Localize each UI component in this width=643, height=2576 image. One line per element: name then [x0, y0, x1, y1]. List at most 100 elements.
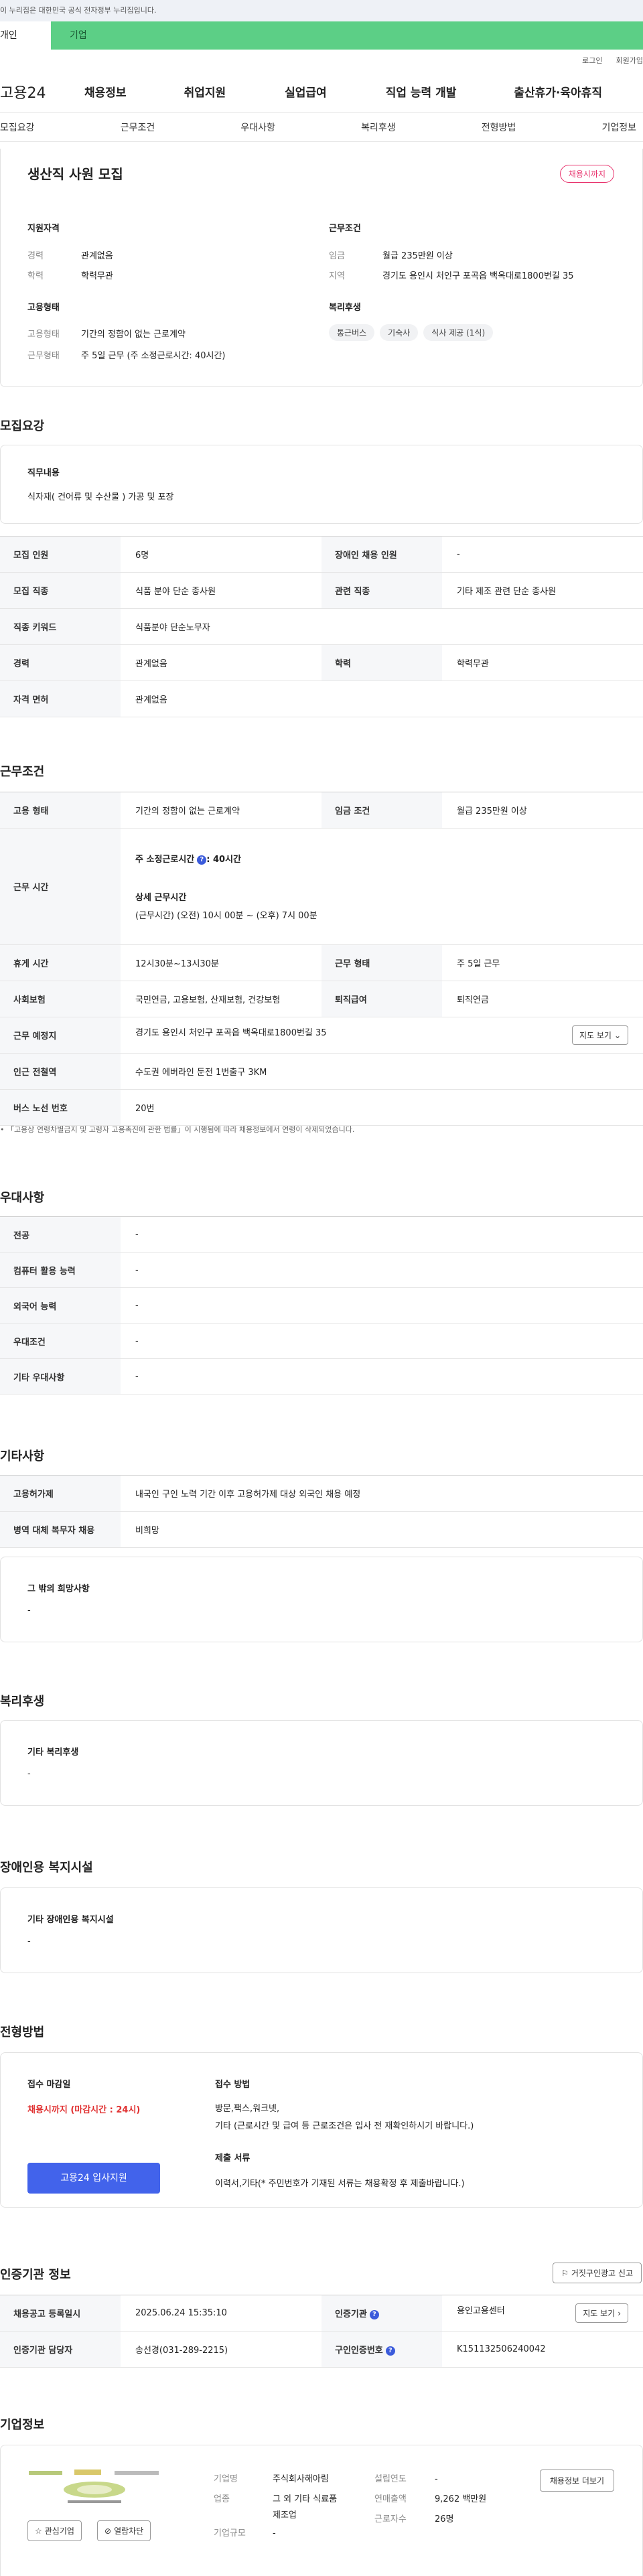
- table-row: 병역 대체 복무자 채용 비희망: [0, 1511, 643, 1548]
- row-value: 수도권 에버라인 둔전 1번출구 3KM: [121, 1053, 643, 1090]
- hours-cell: 주 소정근로시간?: 40시간 상세 근무시간 (근무시간) (오전) 10시 …: [121, 828, 643, 945]
- cond-key: 임금: [329, 251, 345, 261]
- company-card: ☆ 관심기업 ⊘ 열람차단 기업명 주식회사해아림 업종 그 외 기타 식료품 제조업 …: [0, 2445, 643, 2576]
- hours-weekly-label: 주 소정근로시간: [135, 855, 195, 865]
- work-location: 경기도 용인시 처인구 포곡읍 백옥대로1800번길 35: [135, 1028, 327, 1038]
- table-row: 우대조건 -: [0, 1323, 643, 1359]
- company-employees: 26명: [435, 2514, 454, 2524]
- company-year: -: [435, 2474, 438, 2484]
- site-logo[interactable]: 고용24: [0, 81, 74, 102]
- signup-link[interactable]: 회원가입: [616, 55, 643, 66]
- row-value: 2025.06.24 15:35:10: [121, 2295, 322, 2332]
- row-key: 장애인 채용 인원: [322, 536, 442, 573]
- table-row: 외국어 능력 -: [0, 1287, 643, 1323]
- row-value: K151132506240042: [442, 2331, 643, 2368]
- welfare-chips: 통근버스 기숙사 식사 제공 (1식): [329, 324, 498, 341]
- row-key: 구인인증번호?: [322, 2331, 442, 2368]
- work-table: 고용 형태 기간의 정함이 없는 근로계약 임금 조건 월급 235만원 이상 근무 …: [0, 792, 643, 1126]
- row-value: 기간의 정함이 없는 근로계약: [121, 792, 322, 829]
- util-links: 로그인 회원가입: [0, 50, 643, 71]
- row-key: 직종 키워드: [0, 608, 121, 645]
- tab-welfare[interactable]: 복리후생: [361, 121, 396, 134]
- table-row: 기타 우대사항 -: [0, 1358, 643, 1394]
- qual-key: 학력: [27, 271, 44, 281]
- benefit-box: 기타 복리후생 -: [0, 1720, 643, 1806]
- tab-pref[interactable]: 우대사항: [240, 121, 275, 134]
- interest-button[interactable]: ☆ 관심기업: [27, 2520, 82, 2541]
- row-key: 채용공고 등록일시: [0, 2295, 121, 2332]
- tab-personal[interactable]: 개인: [0, 21, 51, 50]
- block-button[interactable]: ⊘ 열람차단: [97, 2520, 151, 2541]
- star-icon: ☆: [35, 2526, 42, 2536]
- tab-company[interactable]: 기업: [51, 21, 643, 50]
- recruit-table: 모집 인원 6명 장애인 채용 인원 - 모집 직종 식품 분야 단순 종사원 관련 직종…: [0, 536, 643, 717]
- qual-list: 경력 관계없음 학력 학력무관: [27, 246, 113, 287]
- section-tabs: 모집요강 근무조건 우대사항 복리후생 전형방법 기업정보: [0, 113, 643, 142]
- row-key: 인증기관?: [322, 2295, 442, 2332]
- row-value: 6명: [121, 536, 322, 573]
- row-key: 근무 예정지: [0, 1017, 121, 1054]
- flag-icon: ⚐: [561, 2268, 569, 2278]
- nav-item-leave[interactable]: 출산휴가·육아휴직: [514, 83, 602, 100]
- row-value: 용인고용센터 지도 보기 ›: [442, 2295, 643, 2332]
- map-button[interactable]: 지도 보기 ⌄: [571, 1025, 628, 1045]
- method-line2: 기타 (근로시간 및 급여 등 근로조건은 입사 전 재확인하시기 바랍니다.): [215, 2121, 474, 2131]
- tab-selection[interactable]: 전형방법: [482, 121, 516, 134]
- hours-weekly: 주 소정근로시간?: 40시간: [135, 852, 643, 865]
- benefit-box-heading: 기타 복리후생: [27, 1747, 79, 1758]
- etc-box-heading: 그 밖의 희망사항: [27, 1584, 90, 1594]
- row-key: 외국어 능력: [0, 1287, 121, 1323]
- more-jobs-button[interactable]: 채용정보 더보기: [539, 2470, 614, 2492]
- duty-box: 직무내용 식자재( 건어류 및 수산물 ) 가공 및 포장: [0, 445, 643, 524]
- block-icon: ⊘: [104, 2526, 112, 2536]
- report-button[interactable]: ⚐ 거짓구인광고 신고: [553, 2263, 642, 2283]
- tab-work[interactable]: 근무조건: [121, 121, 155, 134]
- deadline-heading: 접수 마감일: [27, 2080, 71, 2090]
- nav-item-training[interactable]: 직업 능력 개발: [386, 83, 457, 100]
- login-link[interactable]: 로그인: [582, 55, 602, 66]
- cond-list: 임금 월급 235만원 이상 지역 경기도 용인시 처인구 포곡읍 백옥대로1800…: [329, 246, 574, 287]
- apply-button[interactable]: 고용24 입사지원: [27, 2163, 160, 2194]
- row-key: 관련 직종: [322, 572, 442, 609]
- row-value: 퇴직연금: [442, 981, 643, 1017]
- info-key: 설립연도: [374, 2474, 407, 2484]
- row-value: 월급 235만원 이상: [442, 792, 643, 829]
- table-row: 인증기관 담당자 송선경(031-289-2215) 구인인증번호? K1511325…: [0, 2331, 643, 2368]
- more-jobs-label: 채용정보 더보기: [549, 2476, 604, 2486]
- help-icon[interactable]: ?: [385, 2346, 395, 2356]
- table-row: 전공 -: [0, 1216, 643, 1253]
- emp-value: 주 5일 근무 (주 소정근로시간: 40시간): [81, 351, 226, 361]
- help-icon[interactable]: ?: [369, 2309, 379, 2319]
- row-value: -: [442, 536, 643, 573]
- nav-item-support[interactable]: 취업지원: [184, 83, 226, 100]
- row-key: 우대조건: [0, 1323, 121, 1359]
- table-row: 모집 인원 6명 장애인 채용 인원 -: [0, 536, 643, 573]
- help-icon[interactable]: ?: [197, 855, 207, 865]
- row-key: 근무 시간: [0, 828, 121, 945]
- docs-value: 이력서,기타(* 주민번호가 기재된 서류는 채용확정 후 제출바랍니다.): [215, 2179, 465, 2189]
- disab-heading: 장애인용 복지시설: [0, 1861, 93, 1875]
- row-key: 인증기관 담당자: [0, 2331, 121, 2368]
- nav-item-unemployment[interactable]: 실업급여: [285, 83, 327, 100]
- row-key: 퇴직급여: [322, 981, 442, 1017]
- row-key: 사회보험: [0, 981, 121, 1017]
- row-key: 학력: [322, 644, 442, 681]
- cond-value: 월급 235만원 이상: [382, 251, 453, 261]
- qual-heading: 지원자격: [27, 224, 60, 234]
- table-row: 컴퓨터 활용 능력 -: [0, 1252, 643, 1288]
- agency-map-button[interactable]: 지도 보기 ›: [575, 2303, 628, 2323]
- tab-company[interactable]: 기업정보: [601, 121, 636, 134]
- welfare-chip: 기숙사: [380, 324, 419, 341]
- tab-recruit[interactable]: 모집요강: [0, 121, 35, 134]
- company-heading: 기업정보: [0, 2418, 45, 2432]
- row-value: -: [121, 1358, 643, 1394]
- qual-key: 경력: [27, 251, 44, 261]
- welfare-chip: 통근버스: [329, 324, 375, 341]
- nav-item-jobs[interactable]: 채용정보: [84, 83, 127, 100]
- info-key: 업종: [214, 2494, 230, 2504]
- row-key: 경력: [0, 644, 121, 681]
- report-button-label: 거짓구인광고 신고: [571, 2269, 633, 2278]
- hours-detail: (근무시간) (오전) 10시 00분 ~ (오후) 7시 00분: [135, 911, 317, 921]
- row-key: 버스 노선 번호: [0, 1089, 121, 1126]
- table-row: 자격 면허 관계없음: [0, 681, 643, 717]
